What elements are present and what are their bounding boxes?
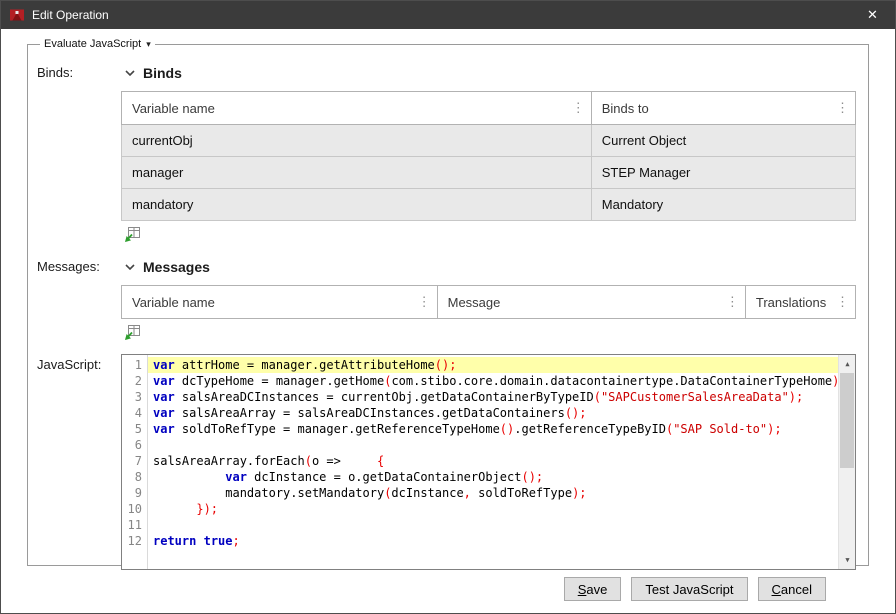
messages-section-title: Messages [143, 259, 210, 275]
binds-table-cell[interactable]: manager [122, 157, 592, 189]
line-number: 3 [122, 389, 142, 405]
column-header-label: Variable name [132, 101, 215, 116]
line-number: 5 [122, 421, 142, 437]
messages-table: Variable name ⋮ Message ⋮ Translations ⋮ [121, 285, 856, 319]
line-number: 4 [122, 405, 142, 421]
binds-section-title: Binds [143, 65, 182, 81]
line-number: 2 [122, 373, 142, 389]
code-line[interactable]: var dcTypeHome = manager.getHome(com.sti… [148, 373, 838, 389]
messages-column-header[interactable]: Variable name ⋮ [122, 286, 438, 319]
messages-column-header[interactable]: Message ⋮ [437, 286, 745, 319]
column-header-label: Variable name [132, 295, 215, 310]
code-line[interactable]: return true; [148, 533, 838, 549]
column-menu-icon[interactable]: ⋮ [836, 294, 849, 310]
binds-table-cell[interactable]: mandatory [122, 189, 592, 221]
column-menu-icon[interactable]: ⋮ [418, 294, 431, 310]
code-line[interactable] [148, 437, 838, 453]
code-lines[interactable]: var attrHome = manager.getAttributeHome(… [148, 355, 838, 569]
save-button[interactable]: Save [564, 577, 622, 601]
chevron-down-icon [125, 264, 135, 270]
scroll-up-arrow[interactable]: ▲ [839, 356, 856, 372]
code-line[interactable]: var soldToRefType = manager.getReference… [148, 421, 838, 437]
code-line[interactable]: salsAreaArray.forEach(o => { [148, 453, 838, 469]
dropdown-caret-icon: ▾ [146, 39, 151, 50]
binds-content: Binds Variable name ⋮ Binds to ⋮ currentObj… [121, 62, 856, 243]
column-menu-icon[interactable]: ⋮ [726, 294, 739, 310]
messages-form-row: Messages: Messages Variable name⋮Message… [37, 256, 856, 341]
binds-table-body: currentObjCurrent ObjectmanagerSTEP Mana… [122, 125, 856, 221]
messages-add-row-button[interactable] [123, 322, 142, 341]
operation-groupbox: Evaluate JavaScript ▾ Binds: Binds Varia… [27, 38, 869, 566]
chevron-down-icon [125, 70, 135, 76]
binds-table-cell[interactable]: currentObj [122, 125, 592, 157]
binds-header-row: Variable name ⋮ Binds to ⋮ [122, 92, 856, 125]
titlebar: Edit Operation ✕ [1, 1, 895, 29]
binds-table-row[interactable]: currentObjCurrent Object [122, 125, 856, 157]
line-number: 12 [122, 533, 142, 549]
operation-type-label: Evaluate JavaScript [44, 38, 141, 50]
dialog-body: Evaluate JavaScript ▾ Binds: Binds Varia… [1, 29, 895, 613]
column-header-label: Translations [756, 295, 826, 310]
binds-add-row-button[interactable] [123, 224, 142, 243]
code-line[interactable] [148, 517, 838, 533]
code-gutter: 123456789101112 [122, 355, 148, 569]
scroll-down-arrow[interactable]: ▼ [839, 552, 856, 568]
close-button[interactable]: ✕ [850, 1, 895, 29]
binds-table-row[interactable]: managerSTEP Manager [122, 157, 856, 189]
line-number: 11 [122, 517, 142, 533]
line-number: 6 [122, 437, 142, 453]
footer-buttons: Save Test JavaScript Cancel [27, 566, 869, 601]
javascript-form-row: JavaScript: 123456789101112 var attrHome… [37, 354, 856, 570]
javascript-editor[interactable]: 123456789101112 var attrHome = manager.g… [121, 354, 856, 570]
edit-operation-dialog: Edit Operation ✕ Evaluate JavaScript ▾ B… [0, 0, 896, 614]
binds-table-cell[interactable]: Current Object [591, 125, 855, 157]
binds-table: Variable name ⋮ Binds to ⋮ currentObjCurren… [121, 91, 856, 221]
code-line[interactable]: }); [148, 501, 838, 517]
binds-table-row[interactable]: mandatoryMandatory [122, 189, 856, 221]
line-number: 1 [122, 357, 142, 373]
binds-table-cell[interactable]: Mandatory [591, 189, 855, 221]
column-menu-icon[interactable]: ⋮ [836, 100, 849, 116]
column-header-label: Binds to [602, 101, 649, 116]
column-menu-icon[interactable]: ⋮ [572, 100, 585, 116]
code-line[interactable]: var salsAreaDCInstances = currentObj.get… [148, 389, 838, 405]
messages-section-toggle[interactable]: Messages [125, 259, 856, 275]
operation-type-dropdown[interactable]: Evaluate JavaScript ▾ [40, 38, 155, 50]
javascript-label: JavaScript: [37, 354, 121, 570]
code-line[interactable]: var attrHome = manager.getAttributeHome(… [148, 357, 838, 373]
add-row-icon [123, 322, 142, 341]
binds-column-header[interactable]: Variable name ⋮ [122, 92, 592, 125]
messages-column-header[interactable]: Translations ⋮ [745, 286, 855, 319]
messages-header-row: Variable name ⋮ Message ⋮ Translations ⋮ [122, 286, 856, 319]
test-javascript-button[interactable]: Test JavaScript [631, 577, 747, 601]
messages-label: Messages: [37, 256, 121, 341]
window-title: Edit Operation [32, 8, 850, 22]
app-icon [9, 7, 25, 23]
messages-content: Messages Variable name⋮Message⋮Translati… [121, 256, 856, 341]
scrollbar-thumb[interactable] [840, 373, 854, 468]
line-number: 7 [122, 453, 142, 469]
line-number: 10 [122, 501, 142, 517]
code-line[interactable]: var dcInstance = o.getDataContainerObjec… [148, 469, 838, 485]
binds-column-header[interactable]: Binds to ⋮ [591, 92, 855, 125]
line-number: 9 [122, 485, 142, 501]
line-number: 8 [122, 469, 142, 485]
code-line[interactable]: mandatory.setMandatory(dcInstance, soldT… [148, 485, 838, 501]
binds-label: Binds: [37, 62, 121, 243]
binds-form-row: Binds: Binds Variable name ⋮ Binds to ⋮ cur… [37, 62, 856, 243]
binds-table-cell[interactable]: STEP Manager [591, 157, 855, 189]
binds-section-toggle[interactable]: Binds [125, 65, 856, 81]
code-line[interactable]: var salsAreaArray = salsAreaDCInstances.… [148, 405, 838, 421]
editor-scrollbar[interactable]: ▲ ▼ [838, 355, 855, 569]
cancel-button[interactable]: Cancel [758, 577, 826, 601]
add-row-icon [123, 224, 142, 243]
column-header-label: Message [448, 295, 501, 310]
